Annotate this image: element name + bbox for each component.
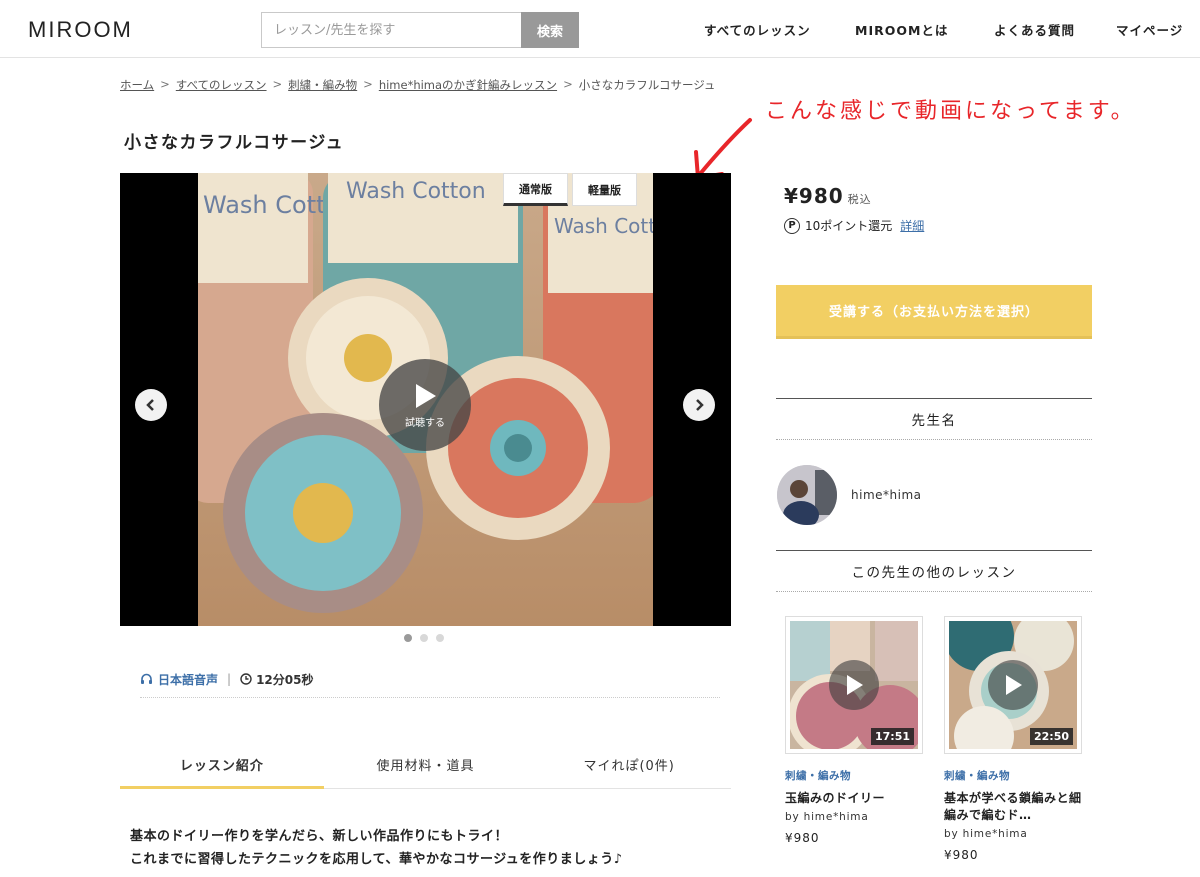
chevron-left-icon (146, 399, 154, 411)
meta-separator: | (227, 672, 232, 686)
annotation-text: こんな感じで動画になってます。 (765, 99, 1136, 124)
lesson-card-price: ¥980 (944, 848, 979, 862)
lesson-intro-text: 基本のドイリー作りを学んだら、新しい作品作りにもトライ！ これまでに習得したテク… (130, 825, 623, 871)
price-tax-label: 税込 (847, 193, 872, 206)
search-button[interactable]: 検索 (521, 12, 579, 48)
breadcrumb-separator: > (160, 77, 170, 91)
breadcrumb-series[interactable]: hime*himaのかぎ針編みレッスン (379, 77, 557, 93)
intro-line: 基本のドイリー作りを学んだら、新しい作品作りにもトライ！ (130, 829, 509, 844)
audio-language: 日本語音声 (140, 671, 218, 688)
points-text: 10ポイント還元 (805, 219, 893, 233)
breadcrumb-all-lessons[interactable]: すべてのレッスン (176, 77, 267, 93)
lesson-card-duration: 17:51 (870, 728, 914, 745)
thumbnail-play-icon (829, 660, 879, 710)
lesson-card-thumbnail[interactable]: 17:51 (785, 616, 923, 754)
chevron-right-icon (696, 399, 704, 411)
breadcrumb-separator: > (363, 77, 373, 91)
site-header: MIROOM 検索 すべてのレッスン MIROOMとは よくある質問 マイページ (0, 0, 1200, 58)
lesson-tabs: レッスン紹介 使用材料・道具 マイれぽ(0件) (120, 740, 731, 789)
points-icon: P (784, 217, 800, 234)
nav-all-lessons[interactable]: すべてのレッスン (704, 20, 811, 39)
other-lessons-heading: この先生の他のレッスン (776, 550, 1092, 592)
tab-my-reports[interactable]: マイれぽ(0件) (527, 740, 731, 788)
points-info: P 10ポイント還元 詳細 (784, 217, 924, 234)
site-logo[interactable]: MIROOM (28, 17, 133, 43)
avatar[interactable] (777, 465, 837, 525)
lesson-duration: 12分05秒 (240, 671, 313, 688)
lesson-meta: 日本語音声 | 12分05秒 (140, 671, 720, 698)
lesson-card[interactable]: 22:50 刺繍・編み物 基本が学べる鎖編みと細編みで編むド… by hime*… (944, 616, 1082, 862)
breadcrumb-separator: > (272, 77, 283, 91)
headphones-icon (141, 673, 152, 684)
lesson-price: ¥980 税込 (784, 184, 872, 208)
breadcrumb-separator: > (563, 77, 573, 91)
page-title: 小さなカラフルコサージュ (124, 133, 345, 153)
teacher-profile[interactable]: hime*hima (777, 465, 922, 525)
tab-normal-version[interactable]: 通常版 (503, 173, 568, 206)
nav-faq[interactable]: よくある質問 (994, 20, 1075, 39)
breadcrumb-current: 小さなカラフルコサージュ (578, 78, 716, 92)
lesson-duration-value: 12分05秒 (256, 672, 314, 687)
yarn-label-text: Wash Cotton (346, 179, 486, 204)
slide-dot[interactable] (420, 634, 428, 642)
slide-indicator (404, 634, 444, 642)
lesson-card-category[interactable]: 刺繍・編み物 (944, 768, 1082, 783)
yarn-label-text: Wash Cotton (554, 214, 653, 238)
prev-slide-button[interactable] (135, 389, 167, 421)
points-details-link[interactable]: 詳細 (900, 217, 924, 234)
breadcrumb: ホーム > すべてのレッスン > 刺繍・編み物 > hime*himaのかぎ針編みレッ… (120, 77, 715, 93)
lesson-card-title[interactable]: 玉編みのドイリー (785, 790, 923, 807)
tab-lesson-intro[interactable]: レッスン紹介 (120, 740, 324, 789)
price-amount: ¥980 (784, 184, 844, 208)
next-slide-button[interactable] (683, 389, 715, 421)
lesson-card-duration: 22:50 (1029, 728, 1073, 745)
breadcrumb-home[interactable]: ホーム (120, 77, 154, 93)
enroll-button[interactable]: 受講する（お支払い方法を選択） (776, 285, 1092, 336)
nav-mypage[interactable]: マイページ (1116, 20, 1183, 39)
lesson-card-author: by hime*hima (785, 811, 869, 823)
nav-about[interactable]: MIROOMとは (855, 20, 948, 39)
trial-play-label: 試聴する (405, 417, 445, 429)
lesson-card-title[interactable]: 基本が学べる鎖編みと細編みで編むド… (944, 790, 1082, 824)
breadcrumb-category[interactable]: 刺繍・編み物 (288, 77, 357, 93)
lesson-card[interactable]: 17:51 刺繍・編み物 玉編みのドイリー by hime*hima ¥980 (785, 616, 923, 845)
trial-play-button[interactable]: 試聴する (379, 359, 471, 451)
lesson-card-category[interactable]: 刺繍・編み物 (785, 768, 923, 783)
video-player[interactable]: Wash Cotton Wash Cotton Wash Cotton 試聴する (120, 173, 731, 626)
play-icon (416, 383, 436, 408)
lesson-card-author: by hime*hima (944, 828, 1028, 840)
tab-light-version[interactable]: 軽量版 (572, 173, 637, 206)
intro-line: これまでに習得したテクニックを応用して、華やかなコサージュを作りましょう♪ (130, 852, 623, 867)
video-version-tabs: 通常版 軽量版 (503, 173, 637, 206)
search-input[interactable] (261, 12, 521, 48)
lesson-card-price: ¥980 (785, 831, 820, 845)
teacher-section-heading: 先生名 (776, 398, 1092, 440)
search-bar: 検索 (261, 12, 579, 48)
slide-dot[interactable] (436, 634, 444, 642)
lesson-card-thumbnail[interactable]: 22:50 (944, 616, 1082, 754)
tab-materials[interactable]: 使用材料・道具 (324, 740, 528, 788)
teacher-name[interactable]: hime*hima (851, 488, 922, 502)
thumbnail-play-icon (988, 660, 1038, 710)
slide-dot[interactable] (404, 634, 412, 642)
clock-icon (240, 673, 252, 685)
audio-language-label: 日本語音声 (158, 672, 219, 687)
